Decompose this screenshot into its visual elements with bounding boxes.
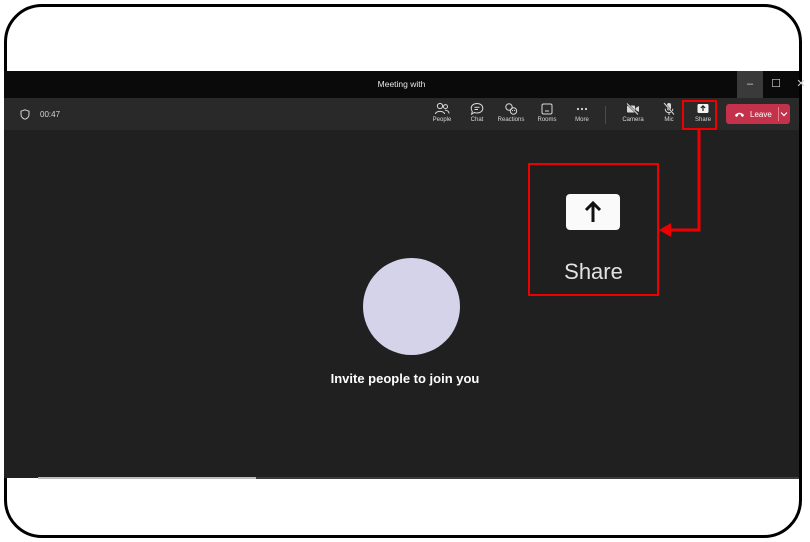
share-zoom-label: Share [564, 259, 623, 284]
share-icon [566, 194, 620, 230]
bottom-progress-line [38, 477, 256, 479]
bottom-track-line [256, 477, 799, 479]
share-zoom-callout: Share [528, 163, 659, 296]
avatar [363, 258, 460, 355]
invite-text: Invite people to join you [330, 371, 480, 386]
